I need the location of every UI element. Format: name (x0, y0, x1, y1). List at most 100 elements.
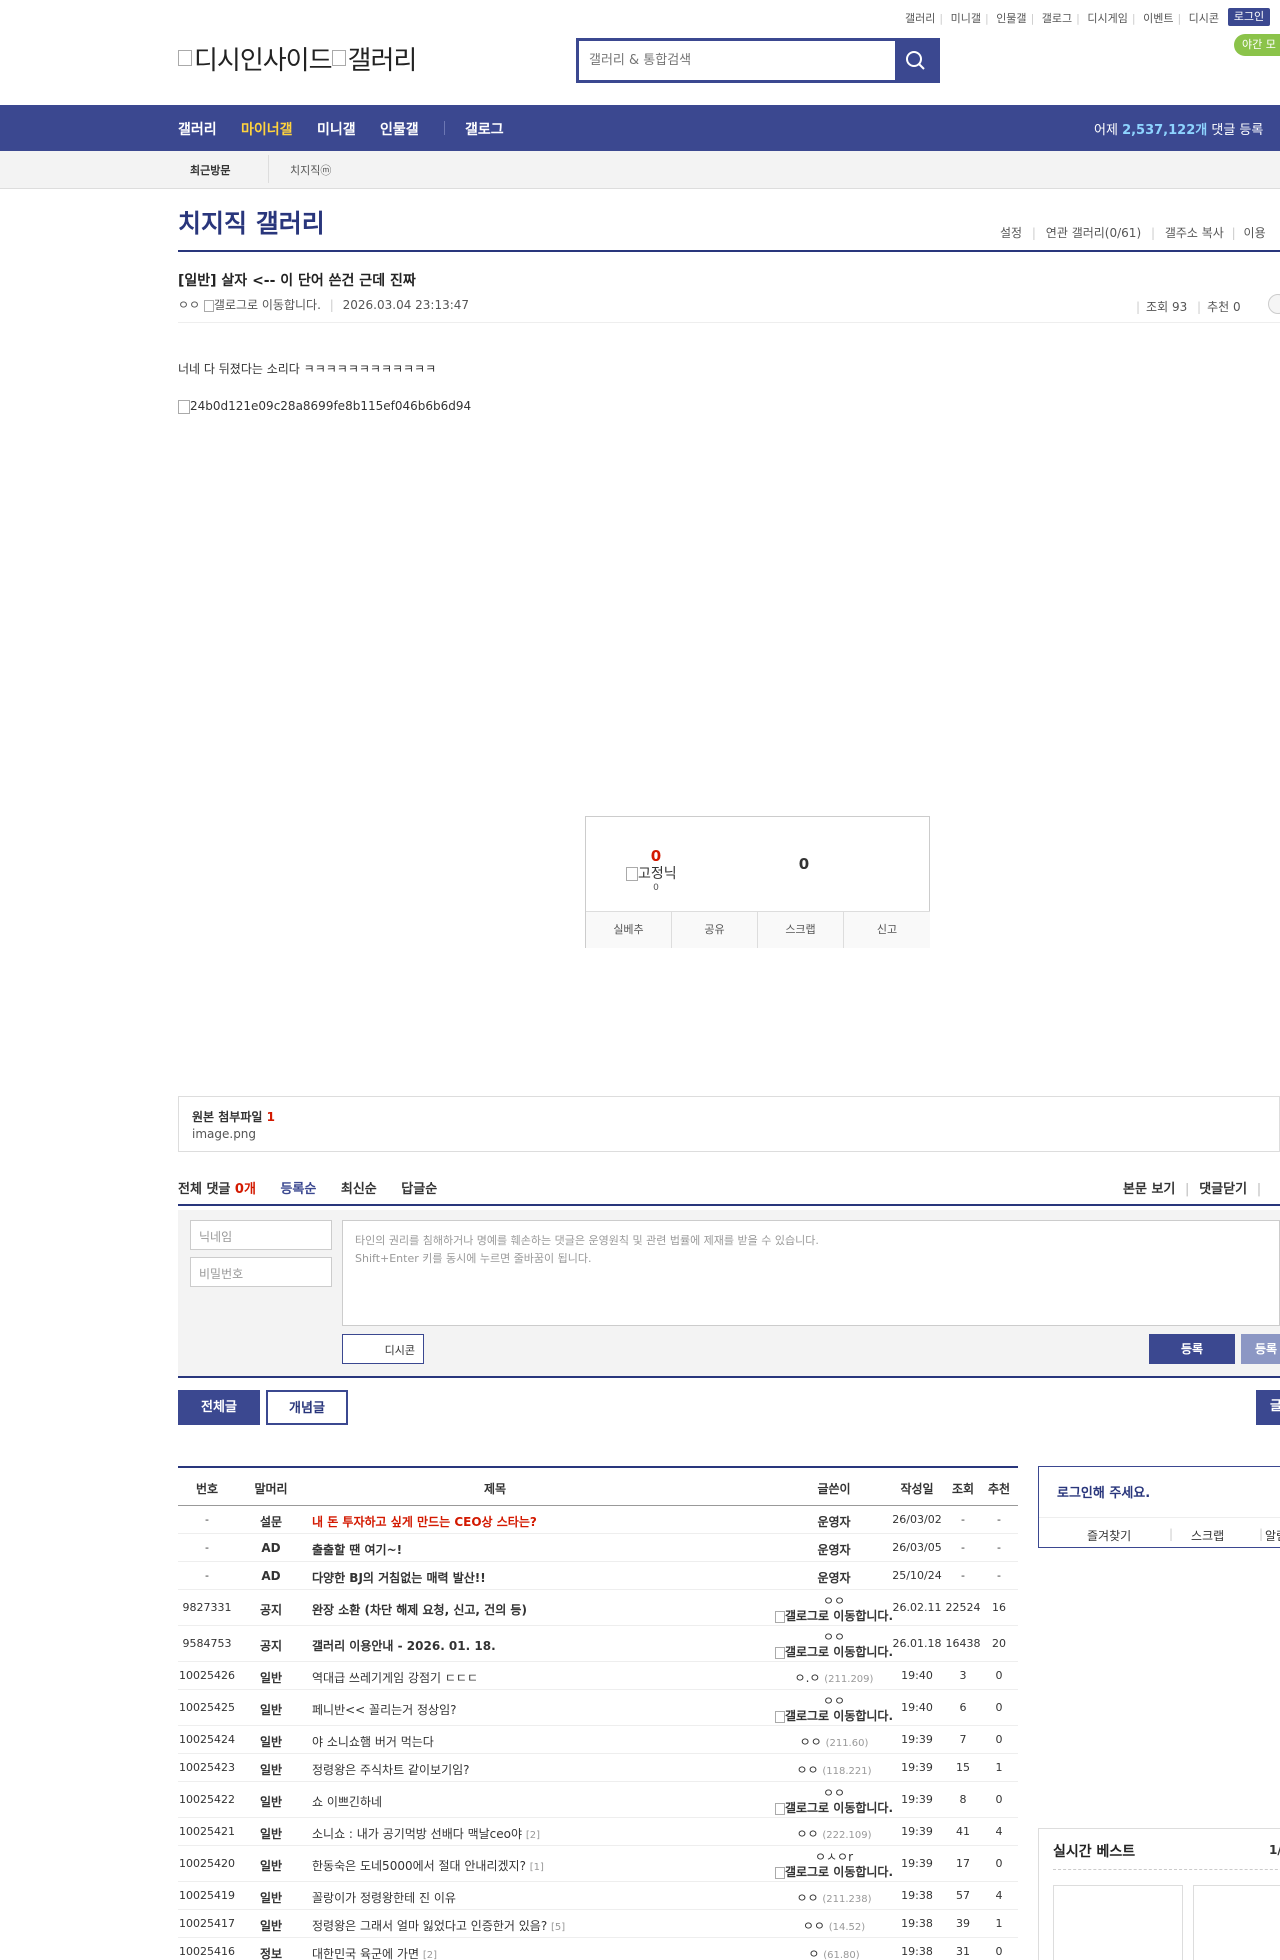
scrap-button[interactable]: 스크랩 (758, 911, 844, 948)
sort-latest[interactable]: 최신순 (341, 1182, 377, 1197)
row-comment-count[interactable]: [1] (530, 1862, 544, 1873)
concept-posts-button[interactable]: 개념글 (266, 1390, 348, 1425)
more-options-icon[interactable] (1268, 294, 1280, 314)
favorites-link[interactable]: 즐겨찾기 (1087, 1527, 1131, 1544)
usage-link[interactable]: 이용 (1244, 226, 1266, 240)
row-title-text[interactable]: 갤러리 이용안내 - 2026. 01. 18. (312, 1639, 496, 1653)
row-writer[interactable]: ㅇ (808, 1947, 819, 1960)
gallery-title[interactable]: 치지직 갤러리 (178, 204, 325, 240)
row-title[interactable]: 내 돈 투자하고 싶게 만드는 CEO상 스타는? (312, 1513, 752, 1530)
table-row[interactable]: 10025425 일반 페니반<< 꼴리는거 정상임? ㅇㅇ 갤로그로 이동합니다. 19… (178, 1690, 1018, 1726)
gallog-link[interactable]: 갤로그로 이동합니다. (214, 298, 321, 312)
row-writer[interactable]: ㅇㅇ (796, 1891, 818, 1905)
search-button[interactable] (895, 41, 937, 80)
table-row[interactable]: 10025419 일반 꼴랑이가 정령왕한테 진 이유 ㅇㅇ (211.238) 19:… (178, 1882, 1018, 1910)
top-link-person[interactable]: 인물갤 (996, 12, 1026, 25)
settings-link[interactable]: 설정 (1000, 226, 1022, 240)
table-row[interactable]: 10025423 일반 정령왕은 주식차트 같이보기임? ㅇㅇ (118.221) 19… (178, 1754, 1018, 1782)
row-title-text[interactable]: 내 돈 투자하고 싶게 만드는 CEO상 스타는? (312, 1515, 537, 1529)
row-title[interactable]: 역대급 쓰레기게임 강점기 ㄷㄷㄷ (312, 1669, 752, 1686)
login-prompt[interactable]: 로그인해 주세요. (1057, 1482, 1150, 1501)
row-title[interactable]: 페니반<< 꼴리는거 정상임? (312, 1701, 752, 1718)
row-comment-count[interactable]: [2] (526, 1830, 540, 1841)
row-title[interactable]: 정령왕은 그래서 얼마 잃었다고 인증한거 있음? [5] (312, 1917, 752, 1934)
password-input[interactable]: 비밀번호 (190, 1257, 332, 1287)
best-thumbnail-2[interactable] (1193, 1885, 1280, 1960)
notice-link[interactable]: 알림 (1265, 1527, 1280, 1544)
row-title-text[interactable]: 야 소니쇼햄 버거 먹는다 (312, 1735, 434, 1749)
table-row[interactable]: - AD 출출할 땐 여기~! 운영자 26/03/05- - (178, 1534, 1018, 1562)
row-title-text[interactable]: 완장 소환 (차단 해제 요청, 신고, 건의 등) (312, 1603, 527, 1617)
night-mode-button[interactable]: 야간 모 (1234, 34, 1280, 56)
row-writer[interactable]: ㅇㅇ (800, 1735, 822, 1749)
site-logo[interactable]: 디시인사이드 갤러리 (178, 40, 417, 77)
table-row[interactable]: 10025422 일반 쇼 이쁘긴하네 ㅇㅇ 갤로그로 이동합니다. 19:39 8 0 (178, 1782, 1018, 1818)
row-writer[interactable]: ㅇㅇ (796, 1827, 818, 1841)
nav-minor[interactable]: 마이너갤 (241, 119, 293, 139)
comment-textarea[interactable]: 타인의 권리를 침해하거나 명예를 훼손하는 댓글은 운영원칙 및 관련 법률에… (342, 1220, 1280, 1326)
login-button[interactable]: 로그인 (1228, 8, 1270, 26)
row-title[interactable]: 갤러리 이용안내 - 2026. 01. 18. (312, 1637, 752, 1654)
row-title-text[interactable]: 출출할 땐 여기~! (312, 1543, 402, 1557)
table-row[interactable]: 10025416 정보 대한민국 육군에 가면 [2] ㅇ (61.80) 19:38 3… (178, 1938, 1018, 1960)
all-posts-button[interactable]: 전체글 (178, 1390, 260, 1425)
table-row[interactable]: 9827331 공지 완장 소환 (차단 해제 요청, 신고, 건의 등) ㅇㅇ 갤로그… (178, 1590, 1018, 1626)
top-link-mini[interactable]: 미니갤 (951, 12, 981, 25)
attachment-file[interactable]: image.png (192, 1127, 256, 1141)
top-link-gallery[interactable]: 갤러리 (905, 12, 935, 25)
row-writer[interactable]: ㅇㅇ (803, 1919, 825, 1933)
view-body-link[interactable]: 본문 보기 (1123, 1182, 1175, 1197)
dccon-button[interactable]: 디시콘 (342, 1334, 424, 1364)
row-title-text[interactable]: 역대급 쓰레기게임 강점기 ㄷㄷㄷ (312, 1671, 478, 1685)
best-thumbnail-1[interactable] (1053, 1885, 1183, 1960)
row-title-text[interactable]: 쇼 이쁘긴하네 (312, 1795, 382, 1809)
search-input[interactable] (579, 41, 869, 80)
nav-gallery[interactable]: 갤러리 (178, 119, 217, 139)
table-row[interactable]: - 설문 내 돈 투자하고 싶게 만드는 CEO상 스타는? 운영자 26/03/02-… (178, 1506, 1018, 1534)
comment-register-recommend-button[interactable]: 등록 (1241, 1334, 1280, 1364)
row-comment-count[interactable]: [5] (551, 1922, 565, 1933)
row-title-text[interactable]: 한동숙은 도네5000에서 절대 안내리겠지? (312, 1859, 526, 1873)
related-gallery-link[interactable]: 연관 갤러리(0/61) (1046, 226, 1141, 240)
table-row[interactable]: - AD 다양한 BJ의 거침없는 매력 발산!! 운영자 25/10/24- - (178, 1562, 1018, 1590)
nav-mini[interactable]: 미니갤 (317, 119, 356, 139)
nav-gallog[interactable]: 갤로그 (465, 119, 504, 139)
table-row[interactable]: 10025420 일반 한동숙은 도네5000에서 절대 안내리겠지? [1] ㅇㅅㅇ… (178, 1846, 1018, 1882)
sort-replies[interactable]: 답글순 (401, 1182, 437, 1197)
row-title[interactable]: 소니쇼 : 내가 공기먹방 선배다 맥날ceo야 [2] (312, 1825, 752, 1842)
top-link-game[interactable]: 디시게임 (1087, 12, 1127, 25)
top-link-event[interactable]: 이벤트 (1143, 12, 1173, 25)
table-row[interactable]: 10025417 일반 정령왕은 그래서 얼마 잃었다고 인증한거 있음? [5] ㅇ… (178, 1910, 1018, 1938)
copy-address-link[interactable]: 갤주소 복사 (1165, 226, 1224, 240)
row-title[interactable]: 완장 소환 (차단 해제 요청, 신고, 건의 등) (312, 1601, 752, 1618)
post-writer[interactable]: ㅇㅇ (178, 298, 200, 312)
row-title[interactable]: 출출할 땐 여기~! (312, 1541, 752, 1558)
table-row[interactable]: 10025424 일반 야 소니쇼햄 버거 먹는다 ㅇㅇ (211.60) 19:39 7… (178, 1726, 1018, 1754)
nickname-input[interactable]: 닉네임 (190, 1220, 332, 1250)
nav-person[interactable]: 인물갤 (380, 119, 419, 139)
row-title[interactable]: 정령왕은 주식차트 같이보기임? (312, 1761, 752, 1778)
row-comment-count[interactable]: [2] (423, 1950, 437, 1960)
table-row[interactable]: 10025426 일반 역대급 쓰레기게임 강점기 ㄷㄷㄷ ㅇ.ㅇ (211.209)… (178, 1662, 1018, 1690)
row-title[interactable]: 꼴랑이가 정령왕한테 진 이유 (312, 1889, 752, 1906)
table-row[interactable]: 9584753 공지 갤러리 이용안내 - 2026. 01. 18. ㅇㅇ 갤로그로 … (178, 1626, 1018, 1662)
row-title[interactable]: 야 소니쇼햄 버거 먹는다 (312, 1733, 752, 1750)
write-button[interactable]: 글 (1256, 1390, 1280, 1425)
row-title-text[interactable]: 정령왕은 그래서 얼마 잃었다고 인증한거 있음? (312, 1919, 547, 1933)
top-link-gallog[interactable]: 갤로그 (1042, 12, 1072, 25)
row-title[interactable]: 한동숙은 도네5000에서 절대 안내리겠지? [1] (312, 1857, 752, 1874)
row-title-text[interactable]: 꼴랑이가 정령왕한테 진 이유 (312, 1891, 456, 1905)
table-row[interactable]: 10025421 일반 소니쇼 : 내가 공기먹방 선배다 맥날ceo야 [2] ㅇㅇ… (178, 1818, 1018, 1846)
row-title-text[interactable]: 대한민국 육군에 가면 (312, 1947, 419, 1960)
sort-registered[interactable]: 등록순 (280, 1182, 316, 1197)
comment-register-button[interactable]: 등록 (1149, 1334, 1235, 1364)
scrap-link[interactable]: 스크랩 (1191, 1527, 1224, 1544)
share-button[interactable]: 공유 (672, 911, 758, 948)
close-comments-link[interactable]: 댓글닫기 (1199, 1182, 1247, 1197)
row-title[interactable]: 대한민국 육군에 가면 [2] (312, 1945, 752, 1960)
row-writer[interactable]: ㅇㅇ (796, 1763, 818, 1777)
top-link-dccon[interactable]: 디시콘 (1189, 12, 1219, 25)
row-title-text[interactable]: 다양한 BJ의 거침없는 매력 발산!! (312, 1571, 486, 1585)
fixed-nick-button[interactable]: 고정닉 (626, 863, 677, 883)
row-title[interactable]: 쇼 이쁘긴하네 (312, 1793, 752, 1810)
